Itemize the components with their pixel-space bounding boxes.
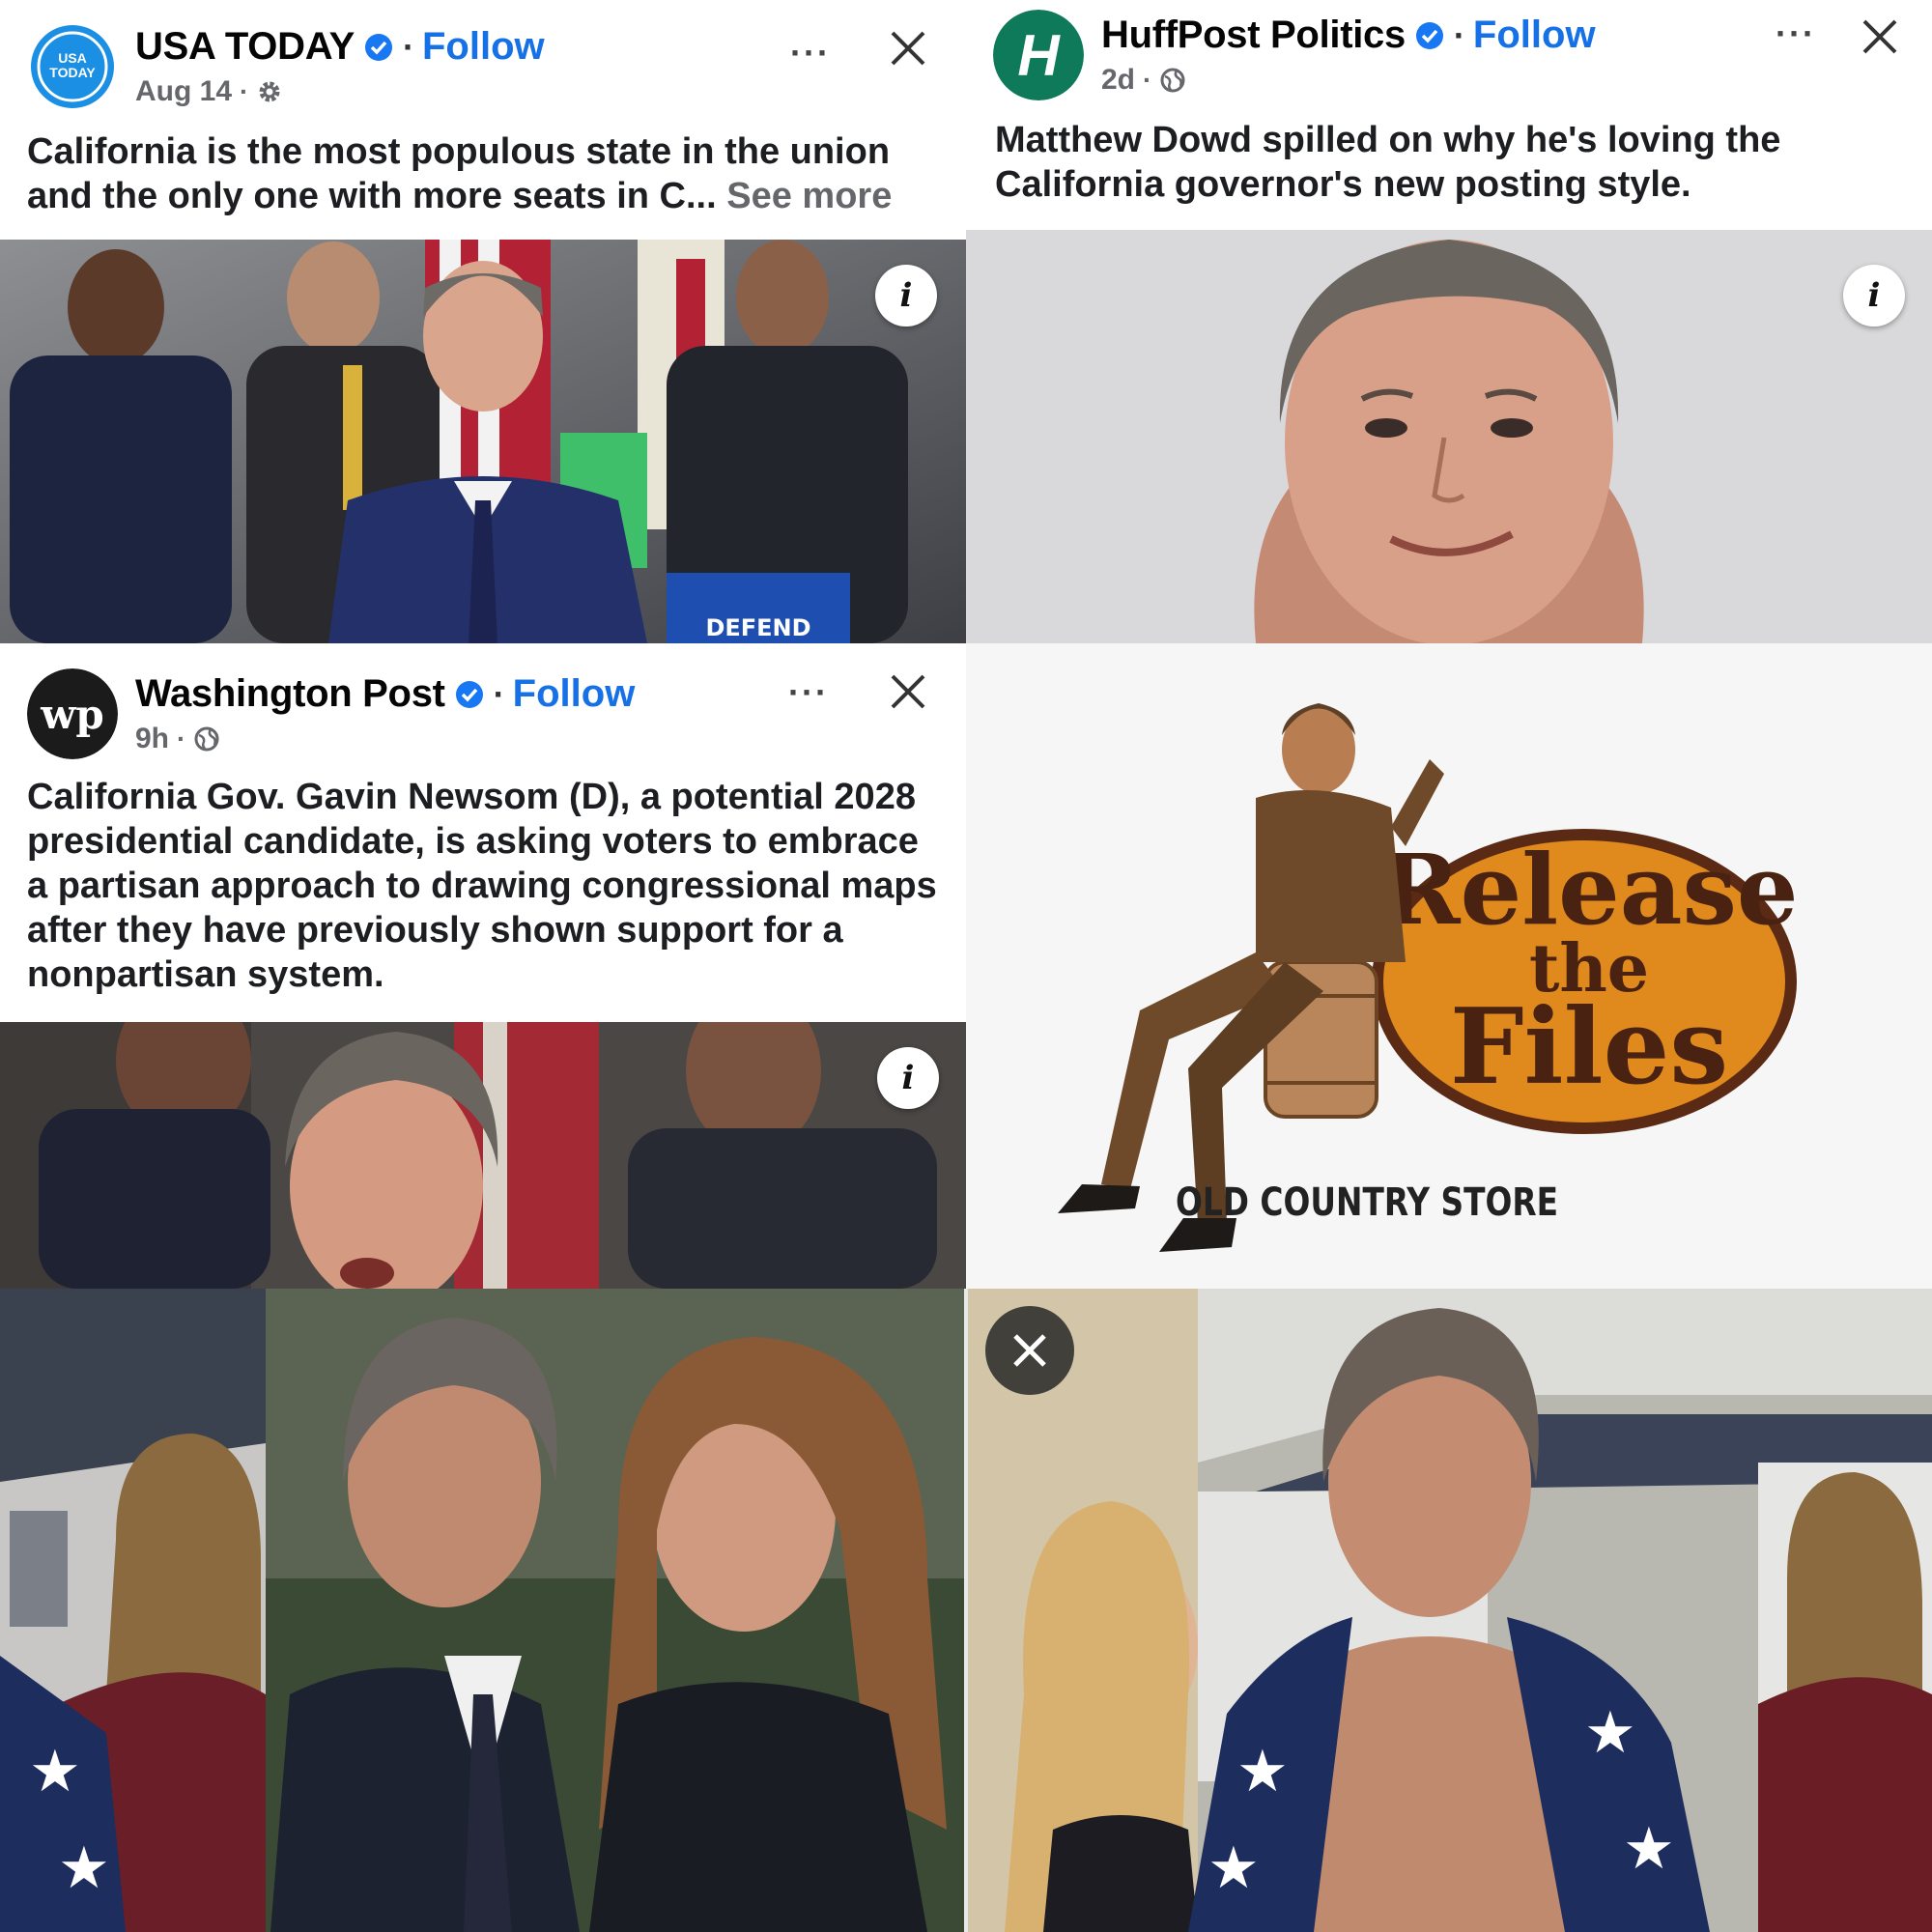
couple-image: ★ ★ bbox=[0, 1289, 966, 1932]
post-text: Matthew Dowd spilled on why he's loving … bbox=[995, 118, 1905, 207]
separator-dot: · bbox=[403, 26, 414, 67]
meta-row: Aug 14 · bbox=[135, 75, 283, 108]
info-button[interactable]: i bbox=[875, 265, 937, 327]
flag-robe-image: ★ ★ ★ ★ bbox=[966, 1289, 1932, 1932]
separator-dot: · bbox=[240, 76, 249, 106]
globe-icon bbox=[1160, 68, 1185, 93]
meta-row: 9h · bbox=[135, 723, 220, 755]
svg-text:★: ★ bbox=[1208, 1835, 1260, 1900]
globe-icon bbox=[194, 726, 219, 752]
post-photo[interactable]: i bbox=[0, 1022, 966, 1289]
close-icon[interactable] bbox=[1857, 14, 1903, 60]
post-text: California Gov. Gavin Newsom (D), a pote… bbox=[27, 775, 939, 997]
press-conference-photo: DEFEND bbox=[0, 240, 966, 643]
post-body: Matthew Dowd spilled on why he's loving … bbox=[995, 120, 1781, 205]
vertical-divider bbox=[964, 1289, 968, 1932]
svg-text:★: ★ bbox=[1236, 1739, 1289, 1804]
post-body: California Gov. Gavin Newsom (D), a pote… bbox=[27, 777, 937, 995]
page-name[interactable]: HuffPost Politics bbox=[1101, 14, 1406, 57]
flag-robe-photo[interactable]: ★ ★ ★ ★ bbox=[966, 1289, 1932, 1932]
gear-icon bbox=[259, 81, 280, 102]
more-options-icon[interactable]: ··· bbox=[790, 33, 831, 73]
more-options-icon[interactable]: ··· bbox=[1776, 14, 1816, 54]
post-time[interactable]: 2d bbox=[1101, 64, 1135, 97]
svg-text:USA: USA bbox=[58, 50, 87, 66]
info-icon: i bbox=[901, 1059, 915, 1097]
info-button[interactable]: i bbox=[877, 1047, 939, 1109]
post-header: wp Washington Post · Follow 9h · ··· bbox=[27, 668, 947, 765]
verified-badge-icon bbox=[1415, 21, 1443, 49]
follow-button[interactable]: Follow bbox=[422, 25, 545, 69]
separator-dot: · bbox=[1143, 65, 1152, 95]
separator-dot: · bbox=[177, 724, 186, 753]
svg-text:H: H bbox=[1017, 23, 1061, 88]
post-huffpost-politics: H HuffPost Politics · Follow 2d · ··· Ma… bbox=[966, 0, 1932, 643]
post-header: USA TODAY USA TODAY · Follow Aug 14 · ··… bbox=[27, 21, 947, 118]
post-photo[interactable]: i bbox=[966, 230, 1932, 643]
follow-button[interactable]: Follow bbox=[1473, 14, 1596, 57]
svg-text:★: ★ bbox=[1623, 1816, 1675, 1881]
huffpost-avatar[interactable]: H bbox=[993, 10, 1084, 100]
info-icon: i bbox=[899, 276, 913, 315]
dismiss-button[interactable] bbox=[985, 1306, 1074, 1395]
store-name-text: OLD COUNTRY STORE bbox=[1175, 1180, 1559, 1225]
post-photo[interactable]: DEFEND i bbox=[0, 240, 966, 643]
name-row: Washington Post · Follow bbox=[135, 672, 635, 716]
close-icon[interactable] bbox=[885, 668, 931, 715]
svg-text:DEFEND: DEFEND bbox=[705, 614, 810, 641]
post-time[interactable]: Aug 14 bbox=[135, 75, 232, 108]
svg-text:★: ★ bbox=[1584, 1700, 1636, 1765]
svg-text:★: ★ bbox=[29, 1739, 81, 1804]
info-icon: i bbox=[1867, 276, 1881, 315]
follow-button[interactable]: Follow bbox=[513, 672, 636, 716]
more-options-icon[interactable]: ··· bbox=[788, 672, 829, 713]
svg-text:wp: wp bbox=[40, 691, 104, 738]
name-row: USA TODAY · Follow bbox=[135, 25, 545, 69]
see-more-link[interactable]: See more bbox=[726, 176, 892, 216]
separator-dot: · bbox=[493, 673, 505, 714]
post-usa-today: USA TODAY USA TODAY · Follow Aug 14 · ··… bbox=[0, 0, 966, 643]
portrait-photo bbox=[966, 230, 1932, 643]
page-name[interactable]: USA TODAY bbox=[135, 25, 355, 69]
separator-dot: · bbox=[1453, 14, 1465, 55]
verified-badge-icon bbox=[455, 680, 483, 708]
usa-today-avatar[interactable]: USA TODAY bbox=[27, 21, 118, 112]
couple-photo[interactable]: ★ ★ bbox=[0, 1289, 966, 1932]
post-text: California is the most populous state in… bbox=[27, 129, 939, 218]
close-icon bbox=[1013, 1334, 1046, 1367]
close-icon[interactable] bbox=[885, 25, 931, 71]
verified-badge-icon bbox=[365, 33, 392, 61]
svg-text:★: ★ bbox=[58, 1835, 110, 1900]
meta-row: 2d · bbox=[1101, 64, 1186, 97]
page-name[interactable]: Washington Post bbox=[135, 672, 445, 716]
press-conference-photo bbox=[0, 1022, 966, 1289]
post-time[interactable]: 9h bbox=[135, 723, 169, 755]
svg-text:Files: Files bbox=[1450, 986, 1728, 1108]
post-washington-post: wp Washington Post · Follow 9h · ··· Cal… bbox=[0, 643, 966, 1289]
info-button[interactable]: i bbox=[1843, 265, 1905, 327]
svg-text:TODAY: TODAY bbox=[49, 65, 96, 80]
post-header: H HuffPost Politics · Follow 2d · ··· bbox=[993, 10, 1913, 106]
washington-post-avatar[interactable]: wp bbox=[27, 668, 118, 759]
name-row: HuffPost Politics · Follow bbox=[1101, 14, 1596, 57]
release-the-files-meme: Release the Files OLD COUNTRY STORE bbox=[966, 643, 1932, 1289]
